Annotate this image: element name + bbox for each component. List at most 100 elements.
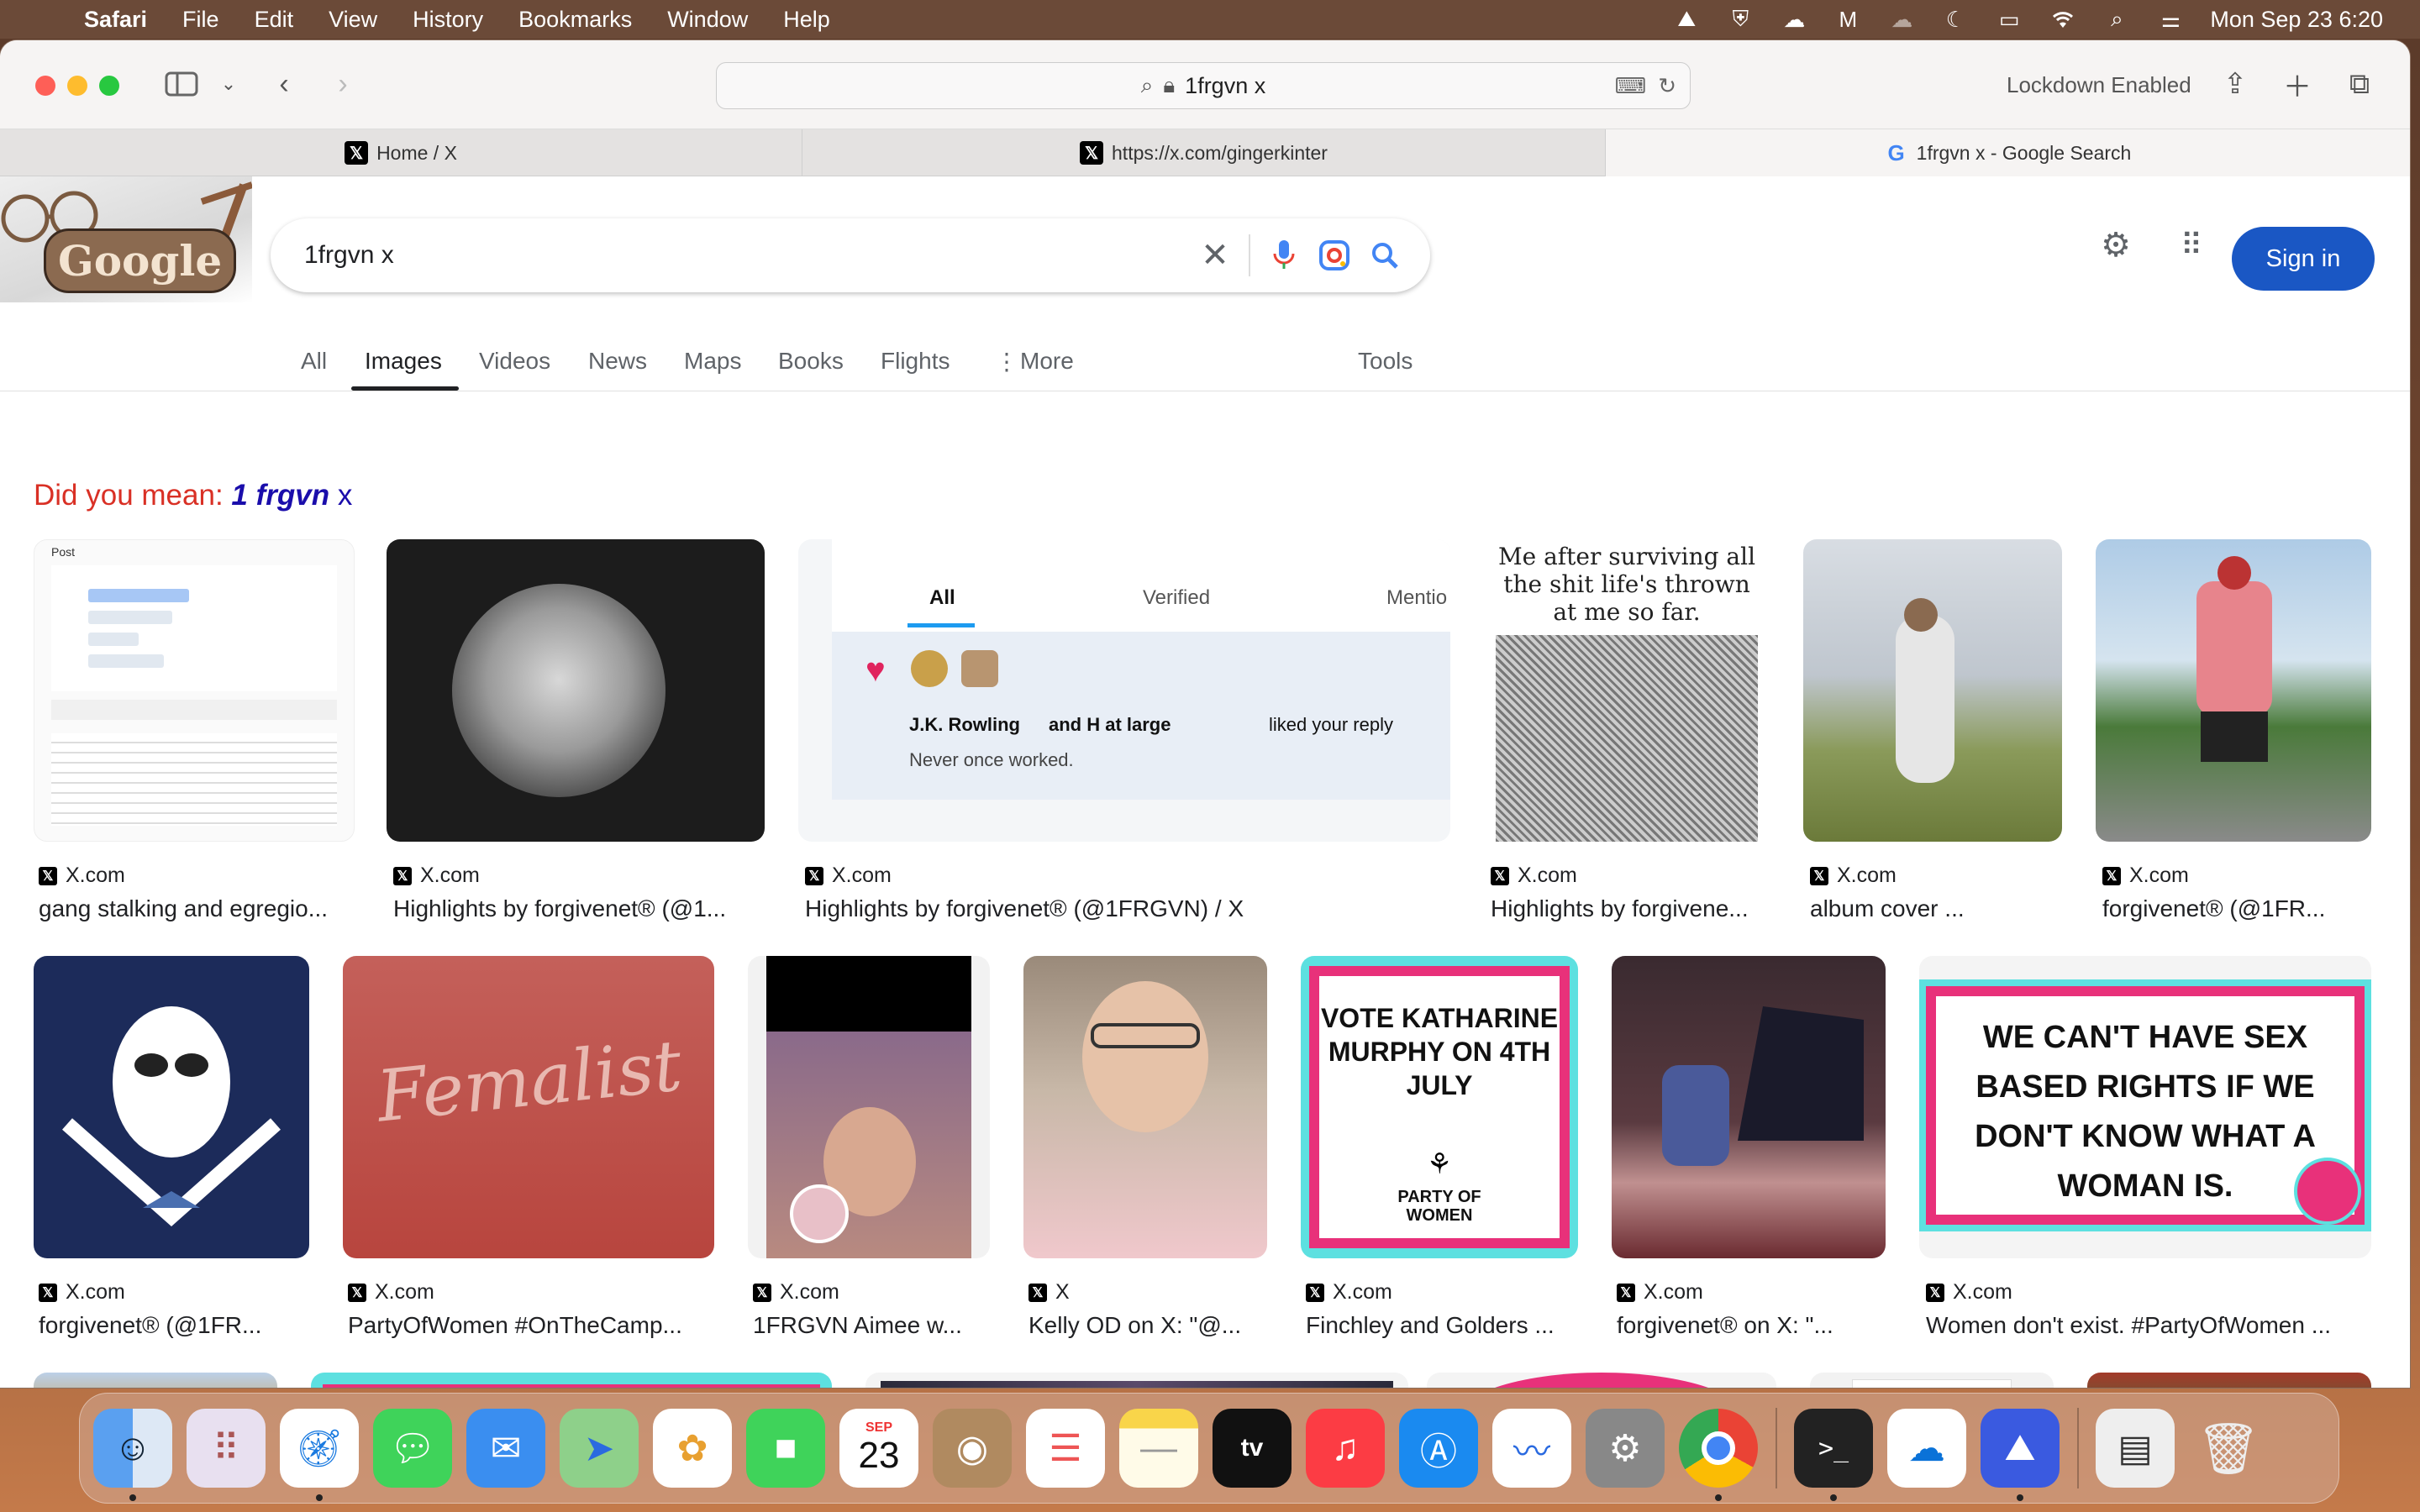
result-title[interactable]: album cover ...	[1810, 895, 2062, 922]
maps-icon[interactable]: ➤	[560, 1409, 639, 1488]
result-title[interactable]: Women don't exist. #PartyOfWomen ...	[1926, 1312, 2371, 1339]
menubar-clock[interactable]: Mon Sep 23 6:20	[2210, 7, 2383, 33]
app-store-icon[interactable]: Ⓐ	[1399, 1409, 1478, 1488]
menu-file[interactable]: File	[182, 7, 219, 33]
more-dots-icon[interactable]: ⋮	[995, 348, 1018, 375]
menu-bookmarks[interactable]: Bookmarks	[518, 7, 632, 33]
vpn-icon[interactable]: ⛰	[1672, 6, 1701, 32]
result-title[interactable]: Highlights by forgivenet® (@1...	[393, 895, 763, 922]
reload-icon[interactable]: ↻	[1658, 73, 1676, 99]
tools-button[interactable]: Tools	[1358, 348, 1413, 375]
launchpad-icon[interactable]: ⠿	[187, 1409, 266, 1488]
result-source[interactable]: 𝕏 X.com	[348, 1280, 434, 1305]
music-icon[interactable]: ♫	[1306, 1409, 1385, 1488]
trash-icon[interactable]: 🗑︎	[2189, 1409, 2268, 1488]
image-result-11[interactable]: VOTE KATHARINE MURPHY ON 4TH JULY ⚘ PART…	[1301, 956, 1578, 1258]
minimize-window-button[interactable]	[67, 76, 87, 96]
result-title[interactable]: Finchley and Golders ...	[1306, 1312, 1583, 1339]
result-title[interactable]: forgivenet® (@1FR...	[39, 1312, 308, 1339]
result-source[interactable]: 𝕏 X.com	[39, 1280, 125, 1305]
menu-view[interactable]: View	[329, 7, 377, 33]
cloud-sync-icon[interactable]: ☁	[1887, 7, 1916, 32]
battery-icon[interactable]: ▭	[1995, 7, 2023, 32]
wifi-icon[interactable]	[2049, 7, 2077, 32]
sign-in-button[interactable]: Sign in	[2232, 227, 2375, 291]
result-title[interactable]: 1FRGVN Aimee w...	[753, 1312, 997, 1339]
result-title[interactable]: Highlights by forgivenet® (@1FRGVN) / X	[805, 895, 1444, 922]
microphone-icon[interactable]	[1259, 230, 1309, 281]
facetime-icon[interactable]: ■	[746, 1409, 825, 1488]
tab-google-search[interactable]: G 1frgvn x - Google Search	[1606, 129, 2410, 176]
settings-gear-icon[interactable]: ⚙	[2092, 222, 2139, 269]
tab-home-x[interactable]: 𝕏 Home / X	[0, 129, 802, 176]
menu-edit[interactable]: Edit	[255, 7, 294, 33]
terminal-icon[interactable]: >_	[1794, 1409, 1873, 1501]
result-source[interactable]: 𝕏 X.com	[1306, 1280, 1392, 1305]
notes-icon[interactable]: ―	[1119, 1409, 1198, 1488]
onedrive-icon[interactable]: ☁	[1887, 1409, 1966, 1488]
result-source[interactable]: 𝕏 X.com	[39, 864, 125, 888]
tab-all[interactable]: All	[301, 348, 327, 375]
menu-history[interactable]: History	[413, 7, 483, 33]
menu-help[interactable]: Help	[783, 7, 830, 33]
control-center-icon[interactable]: ⚌	[2156, 7, 2185, 32]
malwarebytes-icon[interactable]: M	[1833, 7, 1862, 32]
image-result-13[interactable]: WE CAN'T HAVE SEX BASED RIGHTS IF WE DON…	[1919, 956, 2371, 1258]
chevron-down-icon[interactable]: ⌄	[217, 66, 240, 102]
clear-icon[interactable]: ✕	[1190, 230, 1240, 281]
new-tab-icon[interactable]: ＋	[2281, 66, 2314, 103]
result-title[interactable]: gang stalking and egregio...	[39, 895, 360, 922]
result-source[interactable]: 𝕏 X.com	[805, 864, 892, 888]
contacts-icon[interactable]: ◉	[933, 1409, 1012, 1488]
result-source[interactable]: 𝕏 X.com	[753, 1280, 839, 1305]
menu-app-name[interactable]: Safari	[84, 7, 147, 33]
finder-icon[interactable]: ☺	[93, 1409, 172, 1501]
image-result-8[interactable]: Femalist	[343, 956, 714, 1258]
translate-icon[interactable]: ⌨	[1615, 73, 1647, 99]
google-logo[interactable]: Google	[44, 228, 237, 293]
image-result-10[interactable]	[1023, 956, 1267, 1258]
result-title[interactable]: forgivenet® (@1FR...	[2102, 895, 2371, 922]
shield-icon[interactable]: ⛨	[1726, 6, 1754, 32]
image-result-18[interactable]	[1810, 1373, 2054, 1388]
result-source[interactable]: 𝕏 X.com	[2102, 864, 2189, 888]
zoom-window-button[interactable]	[99, 76, 119, 96]
image-result-19[interactable]	[2087, 1373, 2371, 1388]
image-result-4[interactable]: Me after surviving all the shit life's t…	[1484, 539, 1770, 842]
image-result-1[interactable]: Post	[34, 539, 355, 842]
did-you-mean-suggestion[interactable]: 1 frgvn	[231, 479, 329, 512]
freeform-icon[interactable]: 〰	[1492, 1409, 1571, 1488]
image-result-3[interactable]: All Verified Mentio ♥ J.K. Rowling and H…	[798, 539, 1450, 842]
did-you-mean-suffix[interactable]: x	[338, 479, 353, 512]
image-result-12[interactable]	[1612, 956, 1886, 1258]
result-title[interactable]: PartyOfWomen #OnTheCamp...	[348, 1312, 718, 1339]
tab-maps[interactable]: Maps	[684, 348, 741, 375]
tab-more[interactable]: More	[1020, 348, 1074, 375]
image-result-16[interactable]	[865, 1373, 1408, 1388]
tab-images[interactable]: Images	[365, 348, 442, 375]
mail-icon[interactable]: ✉	[466, 1409, 545, 1488]
result-source[interactable]: 𝕏X	[1028, 1280, 1070, 1305]
tab-videos[interactable]: Videos	[479, 348, 550, 375]
google-doodle[interactable]: Google	[0, 176, 252, 302]
result-source[interactable]: 𝕏 X.com	[1617, 1280, 1703, 1305]
back-icon[interactable]: ‹	[267, 66, 301, 102]
image-result-17[interactable]	[1427, 1373, 1776, 1388]
nordvpn-icon[interactable]: ⛰	[1981, 1409, 2060, 1501]
search-box[interactable]: 1frgvn x ✕	[271, 218, 1430, 292]
chrome-icon[interactable]	[1679, 1409, 1758, 1501]
image-result-9[interactable]	[748, 956, 990, 1258]
tab-books[interactable]: Books	[778, 348, 844, 375]
tab-flights[interactable]: Flights	[881, 348, 950, 375]
newspaper-document-icon[interactable]: ▤	[2096, 1409, 2175, 1488]
reminders-icon[interactable]: ☰	[1026, 1409, 1105, 1488]
image-result-2[interactable]	[387, 539, 765, 842]
result-title[interactable]: Kelly OD on X: "@...	[1028, 1312, 1272, 1339]
result-source[interactable]: 𝕏 X.com	[1491, 864, 1577, 888]
moon-icon[interactable]: ☾	[1941, 7, 1970, 32]
tab-news[interactable]: News	[588, 348, 647, 375]
image-result-5[interactable]	[1803, 539, 2062, 842]
spotlight-icon[interactable]: ⌕	[2102, 6, 2131, 32]
system-settings-icon[interactable]: ⚙	[1586, 1409, 1665, 1488]
result-source[interactable]: 𝕏 X.com	[393, 864, 480, 888]
